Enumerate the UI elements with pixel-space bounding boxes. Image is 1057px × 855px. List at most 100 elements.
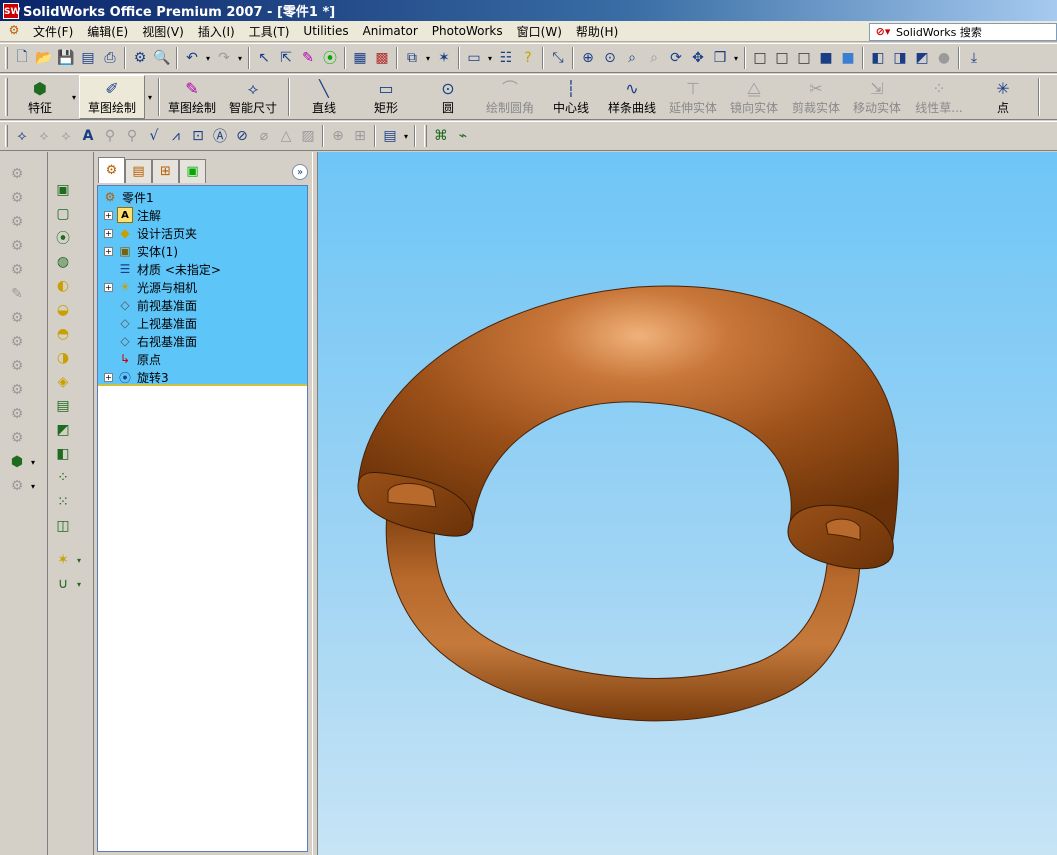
expand-icon[interactable]: + [104, 282, 113, 292]
section-view-icon[interactable]: ◧ [867, 47, 889, 69]
assembly-icon[interactable]: ⧉ [401, 47, 423, 69]
hole-wizard-icon[interactable]: ◩ [52, 419, 74, 441]
shaded-icon[interactable]: ■ [837, 47, 859, 69]
new-document-icon[interactable]: 🗋 [11, 47, 33, 69]
centerline-button[interactable]: ┆ 中心线 [541, 75, 601, 119]
sketch-dropdown-icon[interactable]: ▾ [145, 86, 155, 108]
helix-icon[interactable]: ⌁ [452, 125, 474, 147]
linear-pattern-feature-icon[interactable]: ⁘ [52, 467, 74, 489]
toolbar-grip[interactable] [5, 125, 8, 147]
weld-symbol-icon[interactable]: ⩘ [165, 125, 187, 147]
search-box[interactable]: ⊘▾ SolidWorks 搜索 [869, 23, 1057, 41]
tab-photoworks[interactable]: ▣ [179, 159, 206, 183]
tree-node-annotations[interactable]: + A 注解 [98, 206, 307, 224]
lofted-boss-icon[interactable]: ◐ [52, 275, 74, 297]
thick-ring-segment[interactable] [357, 285, 899, 570]
menu-window[interactable]: 窗口(W) [510, 23, 569, 40]
reference-geometry-dropdown-icon[interactable]: ▾ [74, 549, 84, 571]
curve-icon[interactable]: ⌘ [430, 125, 452, 147]
zoom-page-icon[interactable]: 🔍 [151, 47, 173, 69]
toolbar-grip[interactable] [5, 47, 8, 69]
zoom-to-area-icon[interactable]: ⊙ [599, 47, 621, 69]
tree-node-design-binder[interactable]: + ◆ 设计活页夹 [98, 224, 307, 242]
open-folder-icon[interactable]: 📂 [33, 47, 55, 69]
print-icon[interactable]: ▤ [77, 47, 99, 69]
menu-view[interactable]: 视图(V) [135, 23, 191, 40]
window-layout-icon[interactable]: ▭ [463, 47, 485, 69]
menu-edit[interactable]: 编辑(E) [80, 23, 135, 40]
rib-icon[interactable]: ◈ [52, 371, 74, 393]
datum-feature-icon[interactable]: Ⓐ [209, 125, 231, 147]
tree-node-top-plane[interactable]: ◇ 上视基准面 [98, 314, 307, 332]
expand-icon[interactable]: + [104, 228, 113, 238]
tree-node-solid-bodies[interactable]: + ▣ 实体(1) [98, 242, 307, 260]
point-button[interactable]: ✳ 点 [971, 75, 1035, 119]
chamfer-icon[interactable]: ◑ [52, 347, 74, 369]
print-preview-icon[interactable]: ⎙ [99, 47, 121, 69]
options-icon[interactable]: ⚙ [129, 47, 151, 69]
geometric-tolerance-icon[interactable]: ⊡ [187, 125, 209, 147]
tree-node-material[interactable]: ☰ 材质 <未指定> [98, 260, 307, 278]
graphics-area[interactable] [318, 152, 1057, 855]
mirror-feature-icon[interactable]: ◫ [52, 515, 74, 537]
menu-help[interactable]: 帮助(H) [569, 23, 625, 40]
revolved-boss-icon[interactable]: ⦿ [52, 227, 74, 249]
expand-icon[interactable]: + [104, 246, 113, 256]
dome-icon[interactable]: ◧ [52, 443, 74, 465]
extruded-boss-icon[interactable]: ▣ [52, 179, 74, 201]
line-button[interactable]: ╲ 直线 [293, 75, 355, 119]
menu-animator[interactable]: Animator [356, 24, 425, 38]
expand-icon[interactable]: + [104, 210, 113, 220]
pan-icon[interactable]: ✥ [687, 47, 709, 69]
note-icon[interactable]: A [77, 125, 99, 147]
standard-views-icon[interactable]: ❒ [709, 47, 731, 69]
toolbar-grip[interactable] [424, 125, 427, 147]
fillet-feature-icon[interactable]: ◓ [52, 323, 74, 345]
expand-icon[interactable]: + [104, 372, 113, 382]
grid-icon[interactable]: ▦ [349, 47, 371, 69]
app-menu-icon[interactable]: ⚙ [6, 23, 22, 39]
curves-dropdown-icon[interactable]: ▾ [74, 573, 84, 595]
hidden-lines-visible-icon[interactable]: □ [771, 47, 793, 69]
select-other-icon[interactable]: ⇱ [275, 47, 297, 69]
tree-node-origin[interactable]: ↳ 原点 [98, 350, 307, 368]
draft-icon[interactable]: ▤ [52, 395, 74, 417]
explode-icon[interactable]: ✶ [433, 47, 455, 69]
standard-views-dropdown-icon[interactable]: ▾ [731, 47, 741, 69]
rectangle-button[interactable]: ▭ 矩形 [355, 75, 417, 119]
rebuild-sketch-icon[interactable]: ✎ [297, 47, 319, 69]
tab-property-manager[interactable]: ▤ [125, 159, 152, 183]
table-icon[interactable]: ▤ [379, 125, 401, 147]
toolbar-grip[interactable] [5, 78, 8, 116]
help-icon[interactable]: ? [517, 47, 539, 69]
realview-icon[interactable]: ◩ [911, 47, 933, 69]
feature-tools-dropdown-icon[interactable]: ▾ [28, 451, 38, 473]
measure-icon[interactable]: ⤡ [547, 47, 569, 69]
undo-icon[interactable]: ↶ [181, 47, 203, 69]
circular-pattern-icon[interactable]: ⁙ [52, 491, 74, 513]
menu-photoworks[interactable]: PhotoWorks [425, 24, 510, 38]
view-orientation-icon[interactable]: ⤓ [963, 47, 985, 69]
menu-file[interactable]: 文件(F) [26, 23, 80, 40]
expand-panel-button[interactable]: » [292, 164, 308, 180]
properties-icon[interactable]: ☷ [495, 47, 517, 69]
features-dropdown-icon[interactable]: ▾ [69, 86, 79, 108]
table-dropdown-icon[interactable]: ▾ [401, 125, 411, 147]
undo-dropdown-icon[interactable]: ▾ [203, 47, 213, 69]
search-icon[interactable]: ⊘▾ [870, 24, 896, 40]
tree-node-front-plane[interactable]: ◇ 前视基准面 [98, 296, 307, 314]
save-icon[interactable]: 💾 [55, 47, 77, 69]
circle-button[interactable]: ⊙ 圆 [417, 75, 479, 119]
menu-tools[interactable]: 工具(T) [242, 23, 297, 40]
menu-insert[interactable]: 插入(I) [191, 23, 242, 40]
model-view[interactable] [318, 152, 1057, 855]
features-tab-button[interactable]: ⬢ 特征 [11, 75, 69, 119]
tree-node-right-plane[interactable]: ◇ 右视基准面 [98, 332, 307, 350]
swept-boss-icon[interactable]: ◍ [52, 251, 74, 273]
curves-icon[interactable]: ∪ [52, 573, 74, 595]
datum-target-icon[interactable]: ⊘ [231, 125, 253, 147]
assembly-dropdown-icon[interactable]: ▾ [423, 47, 433, 69]
tree-root[interactable]: ⚙ 零件1 [98, 188, 307, 206]
select-arrow-icon[interactable]: ↖ [253, 47, 275, 69]
wireframe-icon[interactable]: □ [749, 47, 771, 69]
